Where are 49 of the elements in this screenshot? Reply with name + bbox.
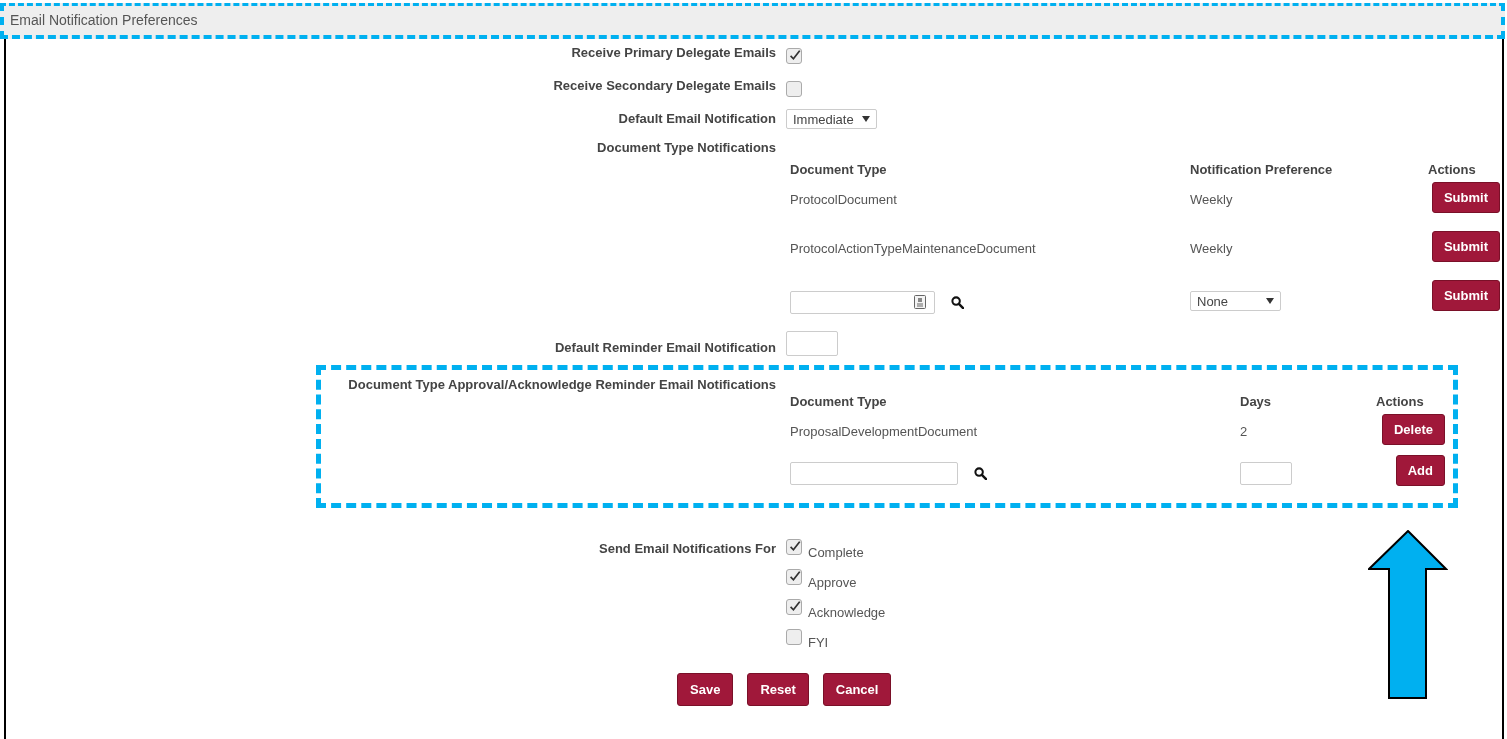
checkbox-label: Acknowledge — [808, 605, 886, 620]
input-field[interactable] — [790, 290, 935, 314]
table-cell-text: ProposalDevelopmentDocument — [790, 423, 978, 441]
checkbox[interactable] — [786, 81, 802, 97]
field-label: Send Email Notifications For — [598, 541, 776, 557]
column-header: Document Type — [790, 162, 887, 179]
column-header: Days — [1240, 394, 1272, 411]
checkbox[interactable] — [786, 539, 802, 555]
table-cell-text: Weekly — [1190, 240, 1233, 258]
checkbox[interactable] — [786, 48, 802, 64]
form-button[interactable]: Reset — [747, 673, 809, 706]
field-label: Document Type Notifications — [596, 140, 776, 156]
column-header: Actions — [1428, 162, 1476, 179]
checkbox-label: FYI — [808, 635, 829, 650]
dropdown[interactable]: Immediate — [786, 109, 877, 129]
form-button[interactable]: Save — [677, 673, 734, 706]
checkbox[interactable] — [786, 629, 802, 645]
checkbox[interactable] — [786, 599, 802, 615]
checkbox-label: Approve — [808, 575, 857, 590]
input-field[interactable] — [786, 331, 838, 356]
action-button[interactable]: Add — [1395, 455, 1445, 486]
action-button[interactable]: Submit — [1431, 182, 1500, 213]
dropdown[interactable]: None — [1190, 291, 1281, 311]
column-header: Notification Preference — [1190, 162, 1333, 179]
action-button[interactable]: Submit — [1431, 280, 1500, 311]
field-label: Default Email Notification — [617, 111, 776, 127]
field-label: Document Type Approval/Acknowledge Reminder Email Notifications — [347, 376, 776, 393]
action-button[interactable]: Submit — [1431, 231, 1500, 262]
column-header: Actions — [1376, 394, 1424, 411]
table-cell-text: 2 — [1240, 423, 1248, 441]
input-field[interactable] — [790, 461, 958, 485]
input-field[interactable] — [1240, 461, 1292, 485]
field-label: Receive Primary Delegate Emails — [570, 45, 776, 61]
checkbox[interactable] — [786, 569, 802, 585]
document-icon[interactable] — [914, 295, 926, 309]
caret-icon — [1266, 298, 1274, 304]
table-cell-text: ProtocolActionTypeMaintenanceDocument — [790, 240, 1036, 258]
field-label: Receive Secondary Delegate Emails — [552, 78, 776, 94]
table-cell-text: ProtocolDocument — [790, 191, 897, 209]
search-icon[interactable] — [951, 295, 964, 309]
field-label: Default Reminder Email Notification — [553, 340, 776, 356]
checkbox-label: Complete — [808, 545, 864, 560]
section-title: Email Notification Preferences — [10, 12, 198, 28]
action-button[interactable]: Delete — [1381, 414, 1445, 445]
form-button[interactable]: Cancel — [822, 673, 892, 706]
column-header: Document Type — [790, 394, 887, 411]
caret-icon — [861, 116, 870, 122]
table-cell-text: Weekly — [1190, 191, 1233, 209]
search-icon[interactable] — [974, 466, 987, 480]
